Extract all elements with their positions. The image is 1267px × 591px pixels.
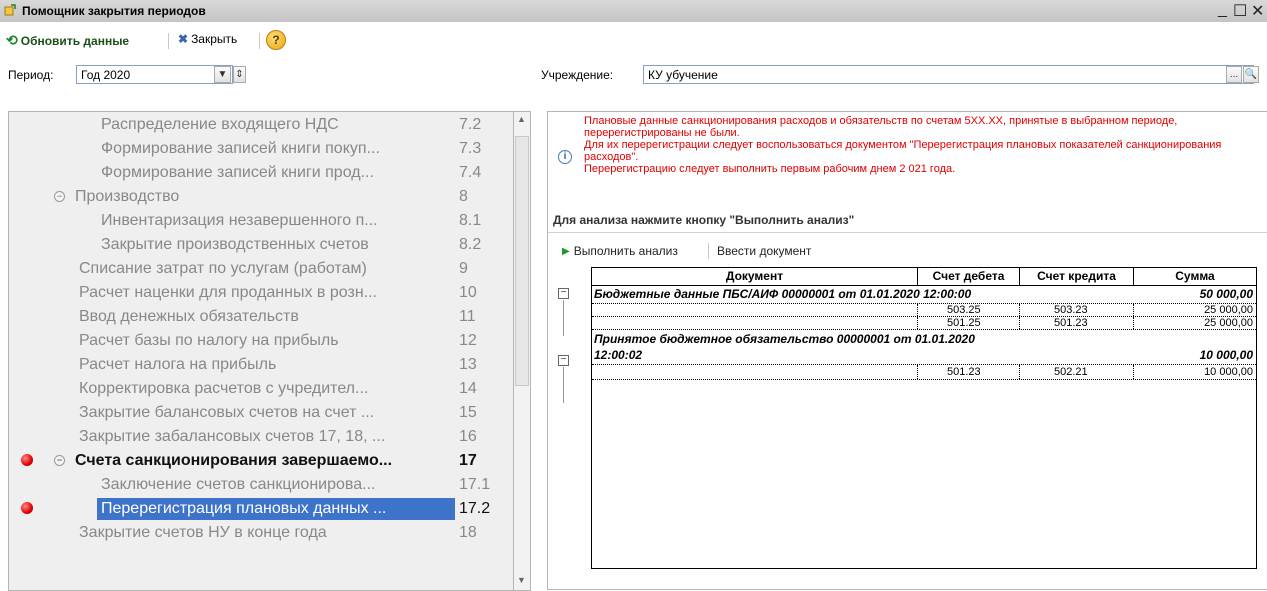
tree-item-selected[interactable]: Перерегистрация плановых данных ... 17.2 [9,497,513,521]
close-window-icon[interactable]: ✕ [1251,1,1264,21]
analysis-header: Для анализа нажмите кнопку "Выполнить ан… [553,213,855,227]
tree-item[interactable]: Списание затрат по услугам (работам) 9 [9,257,513,281]
table-row[interactable]: 503.25 503.23 25 000,00 [592,304,1256,317]
period-value: Год 2020 [81,68,131,82]
tree-item[interactable]: Инвентаризация незавершенного п... 8.1 [9,209,513,233]
column-header[interactable]: Документ [592,269,917,283]
run-analysis-label: Выполнить анализ [573,244,678,258]
tree-item[interactable]: Формирование записей книги прод... 7.4 [9,161,513,185]
close-label: Закрыть [191,32,238,46]
period-stepper-icon[interactable]: ⇕ [233,66,246,83]
tree-item[interactable]: Закрытие производственных счетов 8.2 [9,233,513,257]
period-dropdown-icon[interactable]: ▼ [214,66,231,83]
search-icon[interactable]: 🔍 [1243,66,1259,83]
title-bar: Помощник закрытия периодов _ ☐ ✕ [0,0,1267,23]
tree-item[interactable]: Заключение счетов санкционирова... 17.1 [9,473,513,497]
toolbar-divider [259,33,260,49]
scroll-thumb[interactable] [515,136,529,386]
tree-scrollbar[interactable]: ▲ ▼ [514,111,531,591]
tree-item[interactable]: Формирование записей книги покуп... 7.3 [9,137,513,161]
close-button[interactable]: ✖ Закрыть [178,32,237,46]
tree-line [563,367,564,403]
info-icon: i [558,150,572,164]
column-header[interactable]: Счет кредита [1020,269,1133,283]
tree-item[interactable]: Закрытие забалансовых счетов 17, 18, ...… [9,425,513,449]
institution-value: КУ убучение [648,68,718,82]
tree-item[interactable]: Закрытие счетов НУ в конце года 18 [9,521,513,545]
tree-item[interactable]: Корректировка расчетов с учредител... 14 [9,377,513,401]
collapse-icon[interactable]: − [54,191,65,202]
app-icon [4,4,16,16]
collapse-icon[interactable]: − [54,455,65,466]
warning-line: Плановые данные санкционирования расходо… [584,115,1178,139]
filter-row: Период: Год 2020 ▼ ⇕ Учреждение: КУ убуч… [0,58,1267,90]
tree-item[interactable]: Расчет базы по налогу на прибыль 12 [9,329,513,353]
tree-item[interactable]: Расчет налога на прибыль 13 [9,353,513,377]
refresh-icon: ⟲ [6,32,18,48]
table-row[interactable]: 501.23 502.21 10 000,00 [592,365,1256,380]
collapse-icon[interactable]: − [558,355,569,366]
scroll-up-icon[interactable]: ▲ [514,114,529,128]
tree-item[interactable]: Закрытие балансовых счетов на счет ... 1… [9,401,513,425]
run-analysis-button[interactable]: ▶ Выполнить анализ [562,244,678,258]
warning-line: Перерегистрацию следует выполнить первым… [584,163,956,175]
table-header: Документ Счет дебета Счет кредита Сумма [592,268,1256,286]
table-group-row[interactable]: Бюджетные данные ПБС/АИФ 00000001 от 01.… [592,286,1256,304]
toolbar: ⟲ Обновить данные ✖ Закрыть ? [0,22,1267,58]
documents-table: Документ Счет дебета Счет кредита Сумма … [591,267,1257,569]
steps-tree: Распределение входящего НДС 7.2 Формиров… [8,111,514,591]
maximize-icon[interactable]: ☐ [1233,1,1247,21]
tree-item[interactable]: Распределение входящего НДС 7.2 [9,113,513,137]
refresh-label: Обновить данные [20,33,130,48]
enter-document-label: Ввести документ [717,244,812,258]
table-row[interactable]: 501.25 501.23 25 000,00 [592,317,1256,330]
window-title: Помощник закрытия периодов [22,4,206,18]
toolbar-divider [168,33,169,49]
error-indicator-icon [21,502,33,514]
warning-line: Для их перерегистрации следует воспользо… [584,139,1222,163]
analysis-panel: i Плановые данные санкционирования расхо… [547,111,1267,590]
period-field[interactable]: Год 2020 [76,65,233,84]
column-header[interactable]: Счет дебета [918,269,1019,283]
collapse-icon[interactable]: − [558,288,569,299]
tree-line [563,300,564,336]
play-icon: ▶ [562,245,570,257]
column-header[interactable]: Сумма [1134,269,1256,283]
refresh-button[interactable]: ⟲ Обновить данные [6,32,129,49]
table-group-row[interactable]: Принятое бюджетное обязательство 0000000… [592,330,1256,365]
scroll-down-icon[interactable]: ▼ [514,575,529,589]
warning-message: Плановые данные санкционирования расходо… [584,115,1266,175]
help-icon: ? [266,30,286,50]
divider [548,232,1267,233]
error-indicator-icon [21,454,33,466]
tree-item[interactable]: − Производство 8 [9,185,513,209]
institution-field[interactable]: КУ убучение [643,65,1254,84]
toolbar-divider [708,243,709,259]
minimize-icon[interactable]: _ [1218,1,1227,19]
close-icon: ✖ [178,32,189,46]
tree-item[interactable]: Ввод денежных обязательств 11 [9,305,513,329]
tree-item[interactable]: − Счета санкционирования завершаемо... 1… [9,449,513,473]
table-empty-area [592,380,1256,568]
enter-document-button[interactable]: Ввести документ [717,244,811,258]
institution-select-button[interactable]: ... [1226,66,1242,83]
help-button[interactable]: ? [266,30,286,50]
period-label: Период: [8,68,54,82]
institution-label: Учреждение: [541,68,614,82]
tree-item[interactable]: Расчет наценки для проданных в розн... 1… [9,281,513,305]
